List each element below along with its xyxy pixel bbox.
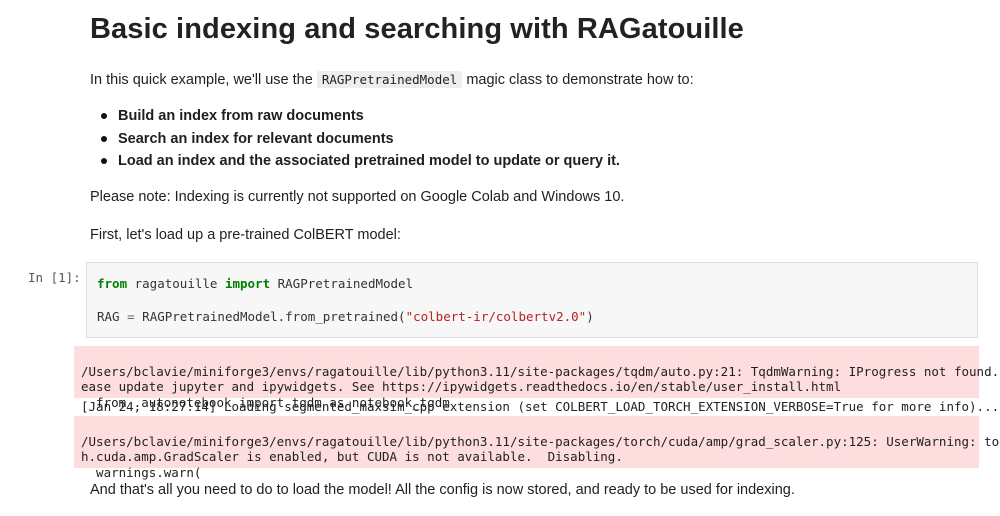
stdout-output-loading: [Jan 24, 18:27:14] Loading segmented_max… bbox=[74, 399, 1000, 415]
keyword-import: import bbox=[224, 276, 271, 291]
list-item-label: Load an index and the associated pretrai… bbox=[118, 153, 620, 169]
intro-text-after: magic class to demonstrate how to: bbox=[462, 72, 694, 88]
inline-code-class: RAGPretrainedModel bbox=[316, 71, 463, 88]
page-title: Basic indexing and searching with RAGato… bbox=[90, 13, 744, 45]
closing-paragraph: And that's all you need to do to load th… bbox=[90, 482, 795, 498]
cell-prompt: In [1]: bbox=[28, 270, 81, 285]
code-cell[interactable]: from ragatouille import RAGPretrainedMod… bbox=[86, 262, 978, 338]
intro-text-before: In this quick example, we'll use the bbox=[90, 72, 317, 88]
output-line: warnings.warn( bbox=[81, 464, 202, 480]
output-line: /Users/bclavie/miniforge3/envs/ragatouil… bbox=[81, 433, 1000, 449]
bullet-icon bbox=[101, 135, 107, 142]
list-item-label: Build an index from raw documents bbox=[118, 108, 364, 124]
output-line: /Users/bclavie/miniforge3/envs/ragatouil… bbox=[81, 363, 1000, 379]
list-item: Search an index for relevant documents bbox=[90, 129, 620, 152]
bullet-icon bbox=[101, 113, 107, 119]
output-line: h.cuda.amp.GradScaler is enabled, but CU… bbox=[81, 449, 623, 464]
code-line-import: from ragatouille import RAGPretrainedMod… bbox=[97, 276, 413, 291]
keyword-from: from bbox=[97, 276, 128, 291]
list-item: Load an index and the associated pretrai… bbox=[90, 151, 620, 174]
variable-name: RAG bbox=[97, 309, 128, 324]
first-paragraph: First, let's load up a pre-trained ColBE… bbox=[90, 227, 401, 243]
assign-operator: = bbox=[127, 309, 135, 324]
intro-paragraph: In this quick example, we'll use the RAG… bbox=[90, 70, 980, 90]
import-name: RAGPretrainedModel bbox=[270, 276, 414, 291]
module-name: ragatouille bbox=[127, 276, 225, 291]
list-item-label: Search an index for relevant documents bbox=[118, 130, 394, 147]
method-call: RAGPretrainedModel.from_pretrained( bbox=[134, 309, 406, 324]
string-literal: "colbert-ir/colbertv2.0" bbox=[405, 309, 587, 324]
output-line: [Jan 24, 18:27:14] Loading segmented_max… bbox=[81, 399, 1000, 414]
note-paragraph: Please note: Indexing is currently not s… bbox=[90, 189, 625, 205]
stderr-output-tqdm: /Users/bclavie/miniforge3/envs/ragatouil… bbox=[74, 346, 1000, 410]
stderr-output-gradscaler: /Users/bclavie/miniforge3/envs/ragatouil… bbox=[74, 416, 1000, 480]
feature-list: Build an index from raw documents Search… bbox=[90, 106, 620, 174]
code-line-assign: RAG = RAGPretrainedModel.from_pretrained… bbox=[97, 309, 594, 324]
bullet-icon bbox=[101, 158, 107, 164]
output-line: ease update jupyter and ipywidgets. See … bbox=[81, 379, 842, 394]
close-paren: ) bbox=[586, 309, 594, 324]
list-item: Build an index from raw documents bbox=[90, 106, 620, 129]
